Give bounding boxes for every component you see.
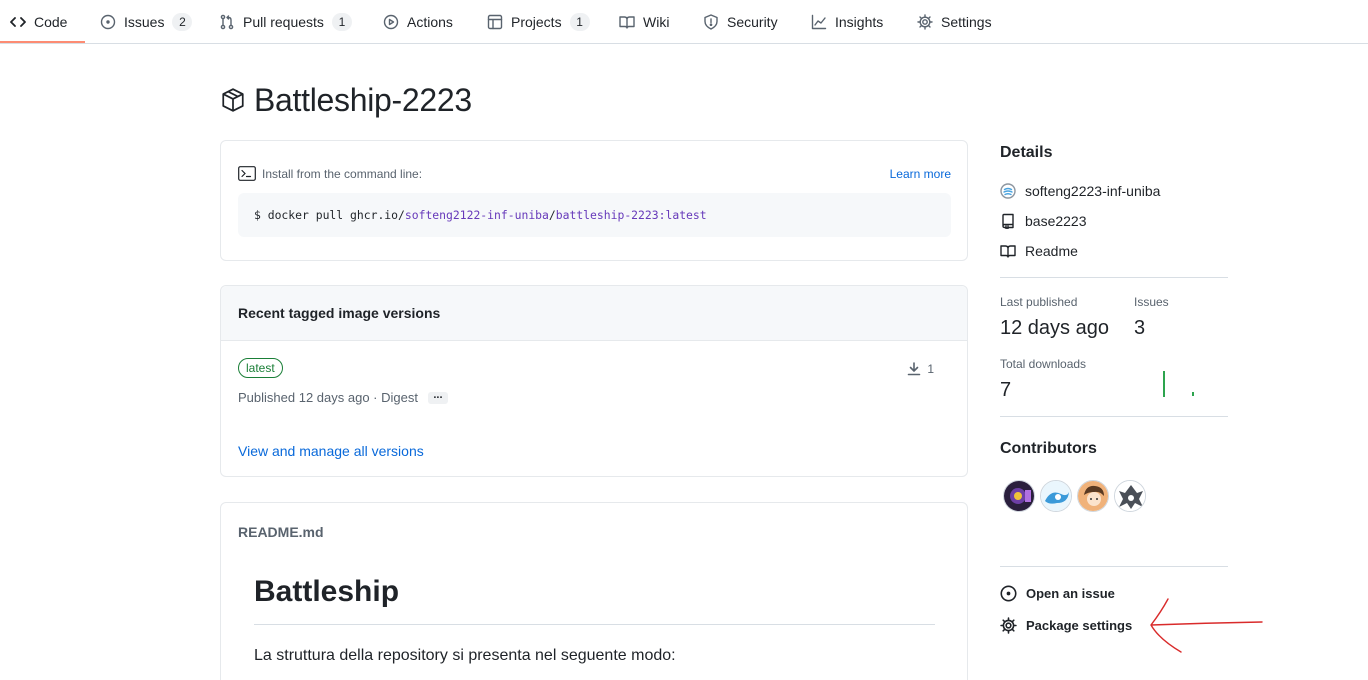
git-pull-request-icon bbox=[220, 14, 234, 30]
play-icon bbox=[383, 14, 399, 30]
tab-pull-requests[interactable]: Pull requests 1 bbox=[219, 0, 352, 44]
active-tab-underline bbox=[0, 41, 85, 43]
cmd-owner: softeng2122-inf-uniba bbox=[404, 208, 549, 222]
readme-box: README.md Battleship La struttura della … bbox=[220, 502, 968, 680]
downloads-sparkline bbox=[1163, 371, 1194, 397]
shield-icon bbox=[704, 14, 718, 30]
issue-opened-icon bbox=[1000, 584, 1017, 602]
package-icon bbox=[222, 88, 244, 112]
contributor-avatar[interactable] bbox=[1114, 480, 1146, 512]
book-icon bbox=[619, 16, 635, 29]
contributors-list bbox=[1003, 480, 1151, 512]
versions-header: Recent tagged image versions bbox=[221, 286, 967, 341]
org-avatar-icon bbox=[1000, 183, 1016, 199]
tab-security-label: Security bbox=[727, 14, 778, 30]
tab-insights[interactable]: Insights bbox=[811, 0, 883, 44]
terminal-icon bbox=[238, 166, 256, 181]
table-icon bbox=[487, 14, 503, 30]
tab-issues-label: Issues bbox=[124, 14, 165, 30]
cmd-tag: :latest bbox=[658, 208, 707, 222]
tab-projects-label: Projects bbox=[511, 14, 562, 30]
tab-actions-label: Actions bbox=[407, 14, 453, 30]
issue-opened-icon bbox=[100, 14, 116, 30]
red-arrow-annotation bbox=[1150, 598, 1263, 653]
tab-actions[interactable]: Actions bbox=[383, 0, 453, 44]
tab-insights-label: Insights bbox=[835, 14, 884, 30]
gear-icon bbox=[917, 14, 933, 30]
tab-issues[interactable]: Issues 2 bbox=[100, 0, 193, 44]
readme-paragraph: La struttura della repository si present… bbox=[254, 647, 676, 664]
version-published: Published 12 days ago · Digest ... bbox=[238, 389, 448, 405]
open-issue-link[interactable]: Open an issue bbox=[1000, 583, 1115, 603]
repo-nav: Code Issues 2 Pull requests 1 Actions Pr… bbox=[0, 0, 1368, 44]
cmd-image: battleship-2223 bbox=[555, 208, 659, 222]
cmd-slash: / bbox=[548, 208, 556, 222]
tab-issues-count: 2 bbox=[172, 13, 193, 31]
download-icon bbox=[908, 362, 921, 376]
contributor-avatar[interactable] bbox=[1040, 480, 1072, 512]
issues-value: 3 bbox=[1134, 317, 1146, 339]
owner-name: softeng2223-inf-uniba bbox=[1025, 183, 1161, 199]
readme-heading: Battleship bbox=[254, 575, 400, 608]
sidebar-divider bbox=[1000, 566, 1228, 567]
graph-icon bbox=[811, 14, 827, 30]
package-title: Battleship-2223 bbox=[220, 80, 472, 120]
gear-icon bbox=[1000, 616, 1017, 634]
tab-pull-requests-label: Pull requests bbox=[243, 14, 324, 30]
sidebar-divider bbox=[1000, 277, 1228, 278]
tab-wiki[interactable]: Wiki bbox=[619, 0, 669, 44]
repo-icon bbox=[1002, 213, 1014, 229]
install-box: Install from the command line: Learn mor… bbox=[220, 140, 968, 261]
owner-link[interactable]: softeng2223-inf-uniba bbox=[1000, 181, 1160, 201]
repo-link[interactable]: base2223 bbox=[1000, 211, 1087, 231]
details-title: Details bbox=[1000, 144, 1053, 161]
tab-projects[interactable]: Projects 1 bbox=[487, 0, 590, 44]
tag-latest-badge[interactable]: latest bbox=[238, 358, 283, 378]
tab-wiki-label: Wiki bbox=[643, 14, 670, 30]
readme-link[interactable]: Readme bbox=[1000, 241, 1078, 261]
tab-projects-count: 1 bbox=[569, 13, 590, 31]
install-command[interactable]: $ docker pull ghcr.io/softeng2122-inf-un… bbox=[238, 193, 951, 237]
learn-more-link[interactable]: Learn more bbox=[890, 167, 951, 181]
versions-box: Recent tagged image versions latest 1 Pu… bbox=[220, 285, 968, 477]
contributor-avatar[interactable] bbox=[1077, 480, 1109, 512]
total-downloads-label: Total downloads bbox=[1000, 357, 1087, 371]
code-icon bbox=[10, 17, 26, 27]
tab-code-label: Code bbox=[34, 14, 68, 30]
repo-name: base2223 bbox=[1025, 213, 1087, 229]
readme-heading-divider bbox=[254, 624, 935, 625]
digest-expand-button[interactable]: ... bbox=[427, 389, 448, 404]
sparkline-bar-1 bbox=[1163, 371, 1165, 397]
version-downloads: 1 bbox=[907, 362, 934, 376]
package-title-text: Battleship-2223 bbox=[254, 81, 472, 118]
readme-link-label: Readme bbox=[1025, 243, 1078, 259]
cmd-prefix: $ docker pull ghcr.io/ bbox=[254, 208, 405, 222]
package-settings-link[interactable]: Package settings bbox=[1000, 615, 1132, 635]
tab-settings[interactable]: Settings bbox=[917, 0, 992, 44]
last-published-label: Last published bbox=[1000, 295, 1078, 309]
install-header-text: Install from the command line: bbox=[262, 166, 423, 181]
tab-security[interactable]: Security bbox=[703, 0, 778, 44]
view-all-versions-link[interactable]: View and manage all versions bbox=[238, 443, 424, 459]
total-downloads-value: 7 bbox=[1000, 379, 1012, 401]
sparkline-bar-2 bbox=[1192, 392, 1194, 396]
last-published-value: 12 days ago bbox=[1000, 317, 1109, 339]
readme-filename: README.md bbox=[238, 524, 324, 540]
version-downloads-count: 1 bbox=[927, 362, 934, 376]
tab-code[interactable]: Code bbox=[10, 0, 67, 44]
contributor-avatar[interactable] bbox=[1003, 480, 1035, 512]
version-published-text: Published 12 days ago · Digest bbox=[238, 390, 418, 405]
contributors-title: Contributors bbox=[1000, 440, 1097, 457]
open-issue-label: Open an issue bbox=[1026, 585, 1115, 601]
issues-label: Issues bbox=[1134, 295, 1169, 309]
tab-pull-requests-count: 1 bbox=[331, 13, 352, 31]
install-header: Install from the command line: bbox=[238, 166, 422, 181]
book-icon bbox=[1000, 245, 1016, 258]
tab-settings-label: Settings bbox=[941, 14, 992, 30]
sidebar-divider bbox=[1000, 416, 1228, 417]
package-settings-label: Package settings bbox=[1026, 617, 1133, 633]
